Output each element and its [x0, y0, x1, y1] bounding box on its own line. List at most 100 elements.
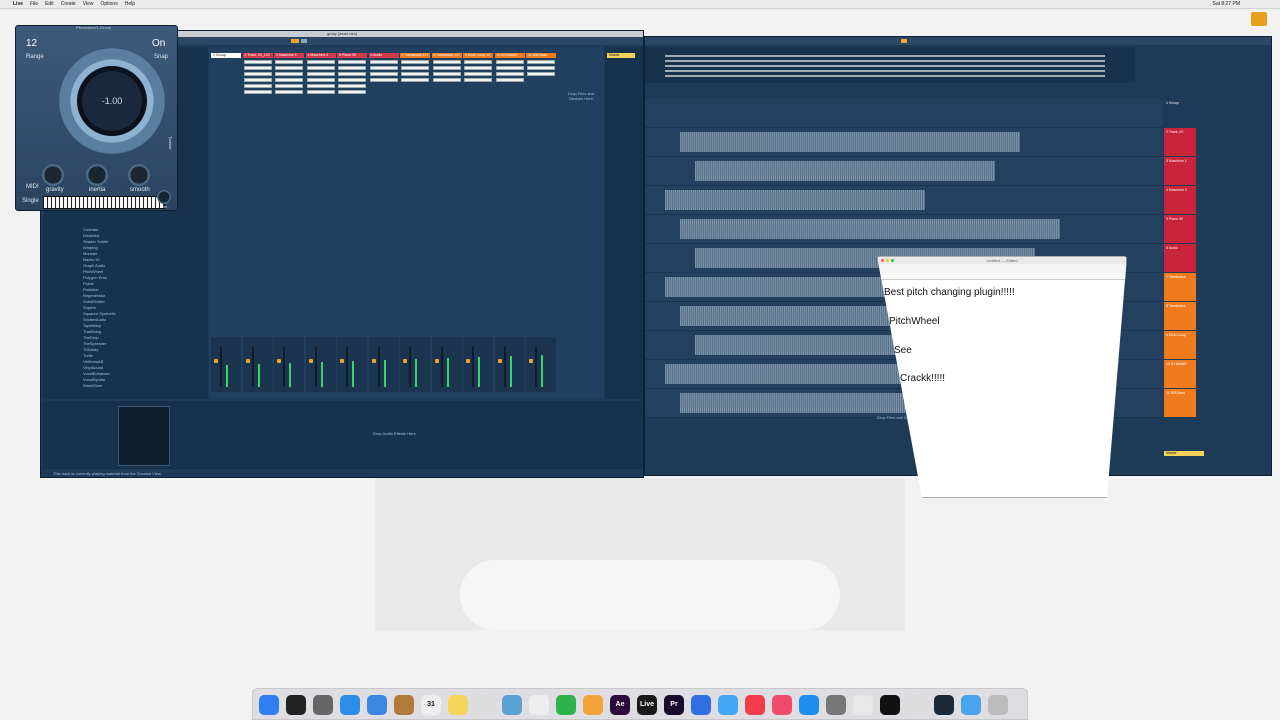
- clip-slot[interactable]: [306, 66, 335, 70]
- menu-file[interactable]: File: [30, 0, 38, 8]
- session-track-header[interactable]: 10 DYNAMIC: [494, 53, 525, 58]
- notes-icon[interactable]: [448, 695, 468, 715]
- text-line-4[interactable]: Crackk!!!!!: [900, 373, 945, 384]
- menu-live[interactable]: Live: [13, 0, 23, 8]
- zoom-icon[interactable]: [891, 259, 894, 262]
- arrangement-lane[interactable]: [645, 157, 1163, 186]
- browser-item[interactable]: SubdDivider: [83, 299, 105, 304]
- clip-slot[interactable]: [432, 78, 461, 82]
- track-activator-button[interactable]: [245, 359, 250, 363]
- browser-item[interactable]: TheSpreader: [83, 341, 106, 346]
- browser-item[interactable]: Regenerator: [83, 293, 105, 298]
- track-activator-button[interactable]: [529, 359, 533, 363]
- clip-slot[interactable]: [338, 72, 366, 76]
- close-icon[interactable]: [881, 259, 884, 262]
- track-activator-button[interactable]: [434, 359, 439, 363]
- siri-icon[interactable]: [286, 695, 306, 715]
- volume-fader[interactable]: [251, 347, 254, 387]
- volume-fader[interactable]: [220, 347, 222, 387]
- menu-edit[interactable]: Edit: [45, 0, 54, 8]
- browser-item[interactable]: Shader Subtle: [83, 239, 108, 244]
- browser-item[interactable]: Punisher: [83, 287, 99, 292]
- clip-slot[interactable]: [243, 84, 272, 88]
- pages-icon[interactable]: [583, 695, 603, 715]
- clip-slot[interactable]: [369, 72, 398, 76]
- folder-icon[interactable]: [961, 695, 981, 715]
- clip-slot[interactable]: [401, 66, 429, 70]
- clip-slot[interactable]: [243, 90, 272, 94]
- mix-knob[interactable]: [157, 190, 171, 204]
- track-activator-button[interactable]: [214, 359, 218, 363]
- track-activator-button[interactable]: [371, 359, 376, 363]
- arrangement-track-header[interactable]: 9 Drum Loop: [1164, 331, 1196, 359]
- clip-slot[interactable]: [243, 72, 272, 76]
- browser-item[interactable]: TKDelay: [83, 347, 98, 352]
- arrangement-track-header[interactable]: 8 Tomahawk: [1164, 302, 1196, 330]
- track-activator-button[interactable]: [403, 359, 407, 363]
- news-icon[interactable]: [745, 695, 765, 715]
- browser-item[interactable]: Polygon Eras: [83, 275, 107, 280]
- menu-view[interactable]: View: [83, 0, 94, 8]
- menu-help[interactable]: Help: [125, 0, 135, 8]
- clip-slot[interactable]: [369, 66, 398, 70]
- audio-clip-waveform[interactable]: [665, 190, 925, 210]
- clip-slot[interactable]: [338, 66, 366, 70]
- facetime-icon[interactable]: [556, 695, 576, 715]
- arrangement-track-header[interactable]: 11 808 Bsss: [1164, 389, 1196, 417]
- live-icon[interactable]: Live: [637, 695, 657, 715]
- session-track-header[interactable]: 6 Audio: [368, 53, 399, 58]
- contacts-icon[interactable]: [394, 695, 414, 715]
- master-header[interactable]: Master: [607, 53, 635, 58]
- browser-item[interactable]: VocalEnhancer: [83, 371, 110, 376]
- session-track-header[interactable]: 3 Maschine 1: [274, 53, 304, 58]
- arrangement-lane[interactable]: [645, 215, 1163, 244]
- session-track-header[interactable]: 5 Piano VII: [337, 53, 367, 58]
- desktop-folder-icon[interactable]: [1251, 12, 1267, 26]
- clip-slot[interactable]: [432, 66, 461, 70]
- browser-item[interactable]: Turtle: [83, 353, 93, 358]
- browser-item[interactable]: Warping: [83, 245, 98, 250]
- volume-fader[interactable]: [314, 347, 317, 387]
- after-effects-icon[interactable]: Ae: [610, 695, 630, 715]
- volume-fader[interactable]: [440, 347, 443, 387]
- menu-options[interactable]: Options: [100, 0, 117, 8]
- clip-slot[interactable]: [401, 72, 429, 76]
- arrangement-track-header[interactable]: 2 Track, 00: [1164, 128, 1196, 156]
- pitchwheel-device[interactable]: [118, 406, 170, 466]
- browser-item[interactable]: VinylSound: [83, 365, 103, 370]
- keyboard-strip[interactable]: [43, 196, 165, 209]
- keynote-icon[interactable]: [691, 695, 711, 715]
- launchpad-icon[interactable]: [313, 695, 333, 715]
- volume-fader[interactable]: [472, 347, 474, 387]
- play-button[interactable]: [291, 39, 299, 43]
- mail-icon[interactable]: [367, 695, 387, 715]
- menu-create[interactable]: Create: [61, 0, 76, 8]
- arrangement-track-header[interactable]: 1 Group: [1164, 99, 1196, 127]
- system-prefs-icon[interactable]: [826, 695, 846, 715]
- session-track-header[interactable]: 11 808 Bsss: [526, 53, 556, 58]
- session-track-header[interactable]: 1 Group: [211, 53, 241, 58]
- arrangement-track-header[interactable]: 3 Maschine 1: [1164, 157, 1196, 185]
- audio-clip-waveform[interactable]: [680, 219, 1060, 239]
- clip-slot[interactable]: [432, 72, 461, 76]
- clip-slot[interactable]: [275, 78, 303, 82]
- session-track-header[interactable]: 9 Drum Loop 12: [463, 53, 493, 58]
- browser-item[interactable]: VocalSynthe: [83, 377, 105, 382]
- browser-item[interactable]: Squared Synthetic: [83, 311, 116, 316]
- browser-item[interactable]: Contrast: [83, 227, 98, 232]
- quicktime-icon[interactable]: [934, 695, 954, 715]
- clip-slot[interactable]: [306, 90, 335, 94]
- gravity-knob[interactable]: [42, 164, 64, 186]
- volume-fader[interactable]: [503, 347, 506, 387]
- arrangement-lane[interactable]: [645, 128, 1163, 157]
- volume-fader[interactable]: [535, 347, 537, 387]
- clip-slot[interactable]: [338, 60, 366, 64]
- browser-item[interactable]: Graph Audio: [83, 263, 105, 268]
- text-line-2[interactable]: PitchWheel: [889, 316, 940, 327]
- track-activator-button[interactable]: [497, 359, 502, 363]
- snap-value[interactable]: On: [152, 38, 165, 49]
- arrange-play-button[interactable]: [901, 39, 907, 43]
- range-value[interactable]: 12: [26, 38, 37, 49]
- arrangement-lane[interactable]: [645, 186, 1163, 215]
- clip-slot[interactable]: [495, 60, 524, 64]
